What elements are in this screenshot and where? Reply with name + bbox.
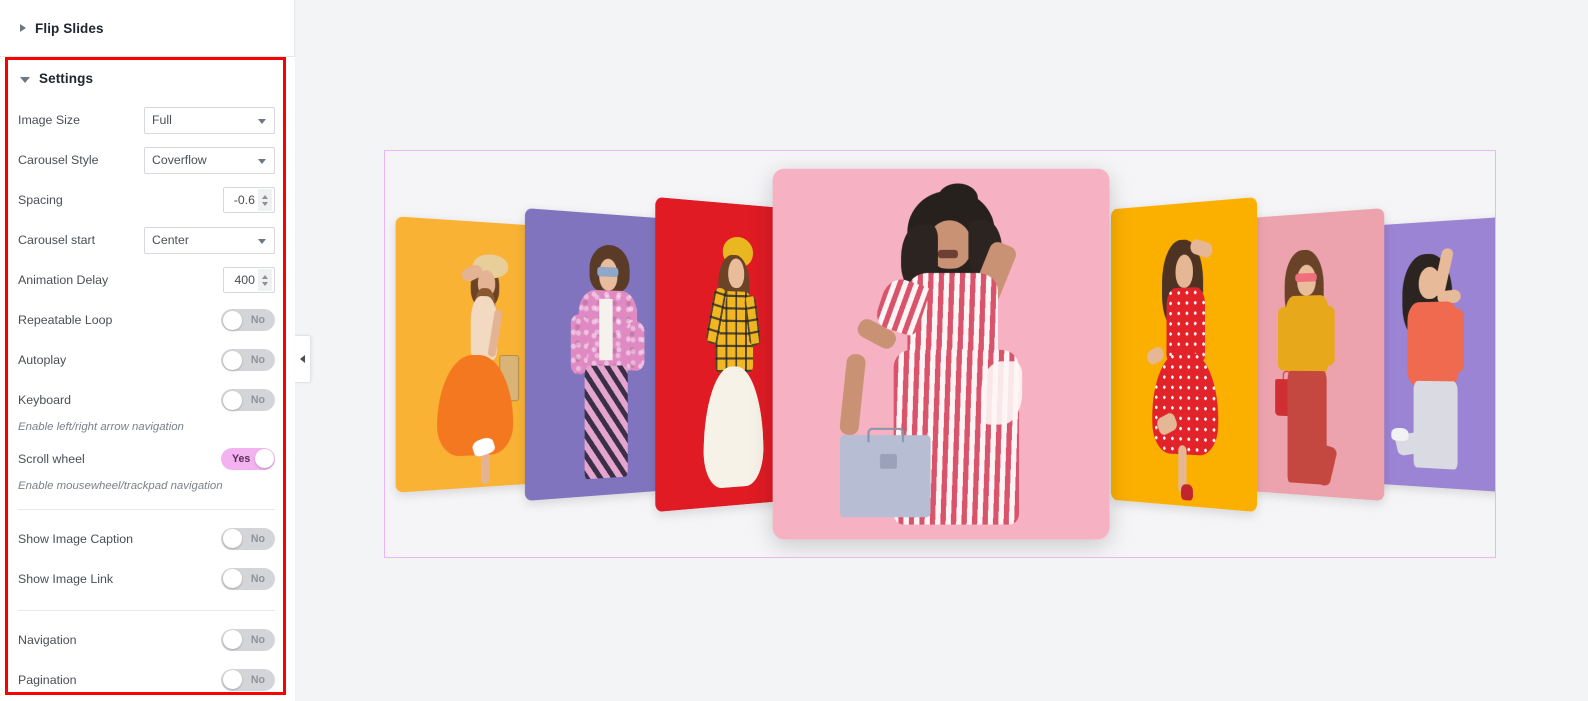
select-value-carousel-style: Coverflow [152, 153, 207, 167]
toggle-label-pagination: No [250, 673, 265, 686]
toggle-show-image-link[interactable]: No [221, 567, 275, 590]
control-label-repeatable-loop: Repeatable Loop [18, 313, 113, 327]
toggle-pagination[interactable]: No [221, 668, 275, 691]
settings-divider [18, 508, 275, 510]
widget-settings-panel: Flip Slides Settings Image Size Full Carou… [0, 0, 295, 701]
toggle-label-repeatable-loop: No [250, 314, 265, 326]
panel-collapse-handle[interactable] [295, 335, 311, 383]
toggle-knob [222, 529, 242, 549]
carousel-slide-5[interactable] [1110, 197, 1258, 513]
slide-photo [1111, 197, 1257, 512]
control-label-animation-delay: Animation Delay [18, 273, 109, 287]
control-description-scroll-wheel: Enable mousewheel/trackpad navigation [18, 479, 223, 492]
control-row-show-image-caption: Show Image Caption No [18, 519, 275, 559]
control-row-animation-delay: Animation Delay 400 [18, 260, 275, 300]
triangle-down-icon [20, 76, 30, 83]
toggle-autoplay[interactable]: No [221, 349, 275, 371]
stepper-up-icon [262, 274, 268, 279]
chevron-down-icon [258, 238, 266, 244]
control-row-carousel-start: Carousel start Center [18, 220, 275, 260]
number-input-animation-delay[interactable]: 400 [223, 267, 275, 293]
triangle-right-icon [20, 24, 26, 32]
select-carousel-style[interactable]: Coverflow [144, 146, 275, 174]
toggle-label-show-image-caption: No [250, 532, 265, 545]
toggle-knob [222, 310, 242, 330]
toggle-navigation[interactable]: No [221, 628, 275, 651]
chevron-left-icon [300, 355, 305, 363]
toggle-knob [222, 670, 242, 690]
control-row-pagination: Pagination No [18, 660, 275, 700]
toggle-repeatable-loop[interactable]: No [221, 309, 275, 331]
number-input-spacing[interactable]: -0.6 [223, 187, 275, 213]
control-row-keyboard: Keyboard No [18, 380, 275, 420]
slide-figure [773, 169, 1110, 540]
section-header-settings[interactable]: Settings [0, 57, 295, 100]
toggle-label-keyboard: No [250, 394, 265, 406]
app-root: Flip Slides Settings Image Size Full Carou… [0, 0, 1588, 701]
settings-control-list: Image Size Full Carousel Style Coverflow Spa… [0, 100, 295, 700]
control-label-spacing: Spacing [18, 193, 63, 207]
control-label-show-image-caption: Show Image Caption [18, 531, 134, 546]
control-row-image-size: Image Size Full [18, 100, 275, 140]
control-label-carousel-start: Carousel start [18, 233, 96, 247]
toggle-knob [222, 390, 242, 410]
toggle-knob [222, 630, 242, 650]
control-row-repeatable-loop: Repeatable Loop No [18, 300, 275, 340]
control-row-show-image-link: Show Image Link No [18, 559, 275, 599]
control-row-spacing: Spacing -0.6 [18, 180, 275, 220]
toggle-scroll-wheel[interactable]: Yes [221, 447, 275, 470]
select-value-image-size: Full [152, 113, 172, 127]
stepper-animation-delay[interactable] [258, 269, 272, 291]
editor-canvas [296, 0, 1588, 701]
toggle-knob [222, 569, 242, 589]
slide-figure [1111, 197, 1257, 512]
section-title-settings: Settings [39, 71, 94, 86]
control-label-pagination: Pagination [18, 672, 77, 687]
toggle-keyboard[interactable]: No [221, 389, 275, 411]
control-label-carousel-style: Carousel Style [18, 153, 99, 167]
control-label-show-image-link: Show Image Link [18, 571, 114, 586]
control-row-navigation: Navigation No [18, 620, 275, 660]
number-value-animation-delay: 400 [234, 273, 255, 287]
settings-section: Settings Image Size Full Carousel Style Cov… [0, 57, 295, 701]
carousel-widget-frame[interactable] [384, 150, 1496, 558]
toggle-label-show-image-link: No [250, 572, 265, 585]
number-value-spacing: -0.6 [233, 193, 255, 207]
stepper-down-icon [262, 281, 268, 286]
control-description-keyboard: Enable left/right arrow navigation [18, 421, 184, 433]
stepper-down-icon [262, 201, 268, 206]
control-label-navigation: Navigation [18, 632, 77, 647]
control-label-keyboard: Keyboard [18, 393, 72, 407]
stepper-up-icon [262, 194, 268, 199]
toggle-label-autoplay: No [250, 354, 265, 366]
select-value-carousel-start: Center [152, 233, 189, 247]
toggle-label-scroll-wheel: Yes [232, 452, 251, 465]
select-image-size[interactable]: Full [144, 106, 275, 134]
section-header-flip-slides[interactable]: Flip Slides [0, 0, 294, 57]
slide-photo [773, 169, 1110, 540]
chevron-down-icon [258, 158, 266, 164]
control-label-autoplay: Autoplay [18, 353, 67, 367]
toggle-show-image-caption[interactable]: No [221, 527, 275, 550]
settings-divider [18, 609, 275, 611]
control-label-image-size: Image Size [18, 113, 80, 127]
stepper-spacing[interactable] [258, 189, 272, 211]
image-carousel-coverflow[interactable] [385, 151, 1495, 557]
section-title-flip-slides: Flip Slides [35, 20, 104, 36]
toggle-knob [254, 449, 274, 469]
control-row-carousel-style: Carousel Style Coverflow [18, 140, 275, 180]
select-carousel-start[interactable]: Center [144, 226, 275, 254]
toggle-label-navigation: No [250, 633, 265, 646]
carousel-slide-4[interactable] [772, 168, 1110, 540]
toggle-knob [222, 350, 242, 370]
control-row-autoplay: Autoplay No [18, 340, 275, 380]
control-row-scroll-wheel: Scroll wheel Yes [18, 439, 275, 479]
chevron-down-icon [258, 118, 266, 124]
control-label-scroll-wheel: Scroll wheel [18, 451, 85, 466]
